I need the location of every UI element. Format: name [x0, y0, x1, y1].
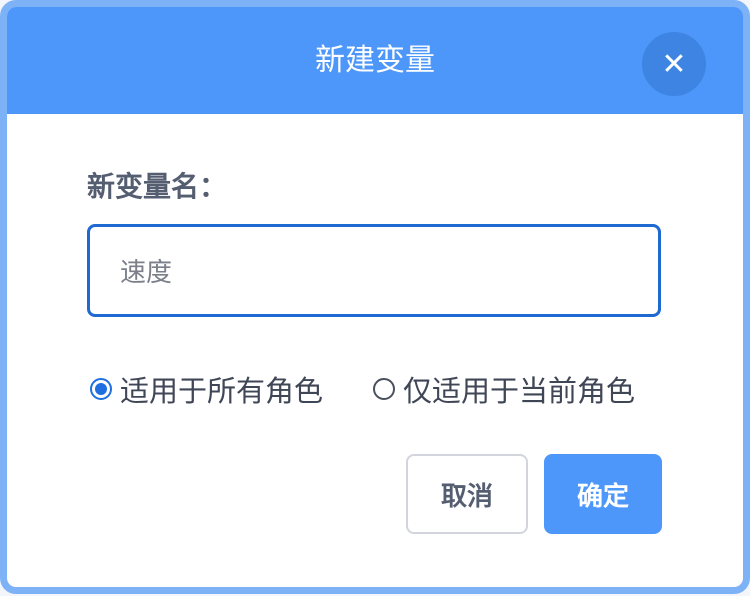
- variable-name-label: 新变量名：: [87, 170, 228, 203]
- new-variable-dialog: 新建变量 ✕ 新变量名： 适用于所有角色 仅适用于当前角色 取消 确定: [0, 0, 750, 594]
- ok-button[interactable]: 确定: [544, 454, 662, 534]
- close-icon: ✕: [661, 46, 687, 82]
- scope-this-sprite-label: 仅适用于当前角色: [403, 374, 636, 408]
- scope-all-sprites-option[interactable]: 适用于所有角色: [90, 369, 323, 409]
- radio-unchecked-icon[interactable]: [373, 378, 395, 400]
- scope-all-sprites-label: 适用于所有角色: [120, 374, 324, 408]
- dialog-header: 新建变量 ✕: [7, 7, 743, 114]
- dialog-title: 新建变量: [315, 43, 435, 78]
- radio-checked-icon[interactable]: [90, 378, 112, 400]
- close-button[interactable]: ✕: [642, 32, 706, 96]
- scope-this-sprite-option[interactable]: 仅适用于当前角色: [373, 369, 635, 409]
- cancel-button[interactable]: 取消: [406, 454, 528, 534]
- variable-name-input[interactable]: [87, 224, 661, 317]
